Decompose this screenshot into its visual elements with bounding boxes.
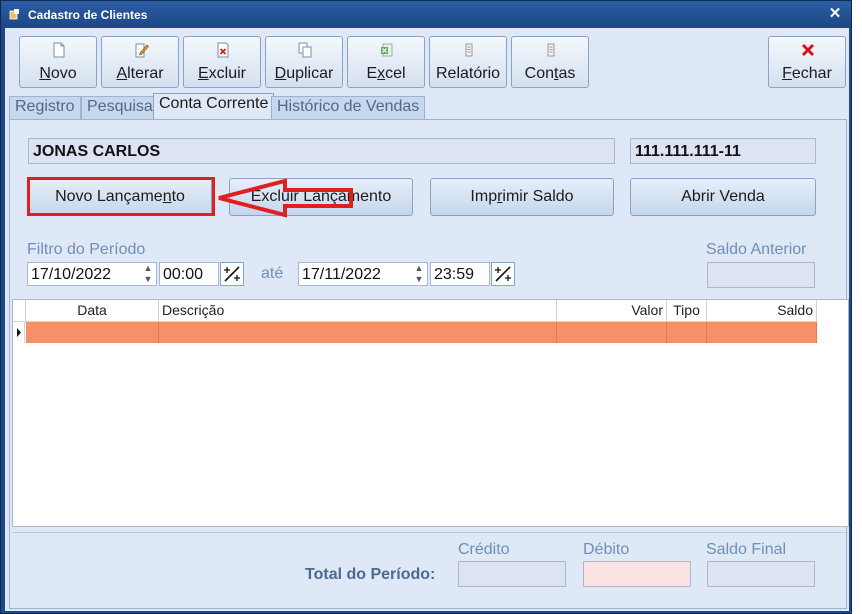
report-icon [465, 43, 473, 57]
cell-tipo[interactable] [667, 322, 707, 343]
edit-button-label: Alterar [116, 65, 164, 82]
time-calc-icon [224, 266, 240, 282]
report-button[interactable]: Relatório [429, 36, 507, 88]
date-to-spinner[interactable]: ▲ ▼ [412, 263, 426, 285]
column-valor[interactable]: Valor [557, 300, 667, 322]
credit-field [458, 561, 566, 587]
table-row[interactable] [13, 322, 817, 343]
new-entry-button[interactable]: Novo Lançamento [28, 178, 212, 216]
background-window-edge [852, 0, 862, 614]
cell-saldo[interactable] [707, 322, 817, 343]
until-label: até [261, 265, 284, 282]
grid-indicator-header [13, 300, 26, 322]
duplicate-icon [298, 42, 312, 58]
excel-button[interactable]: Excel [347, 36, 425, 88]
period-total-label: Total do Período: [305, 566, 436, 583]
period-filter-label: Filtro do Período [27, 241, 146, 258]
credit-label: Crédito [458, 541, 510, 558]
previous-balance-label: Saldo Anterior [706, 241, 807, 258]
client-area: Novo Alterar Excluir Duplicar Excel Rela… [5, 28, 849, 611]
duplicate-button-label: Duplicar [274, 65, 334, 82]
date-from-input[interactable]: 17/10/2022 [27, 262, 157, 286]
red-x-icon [801, 43, 815, 57]
accounts-button-label: Contas [524, 65, 576, 82]
accounts-button[interactable]: Contas [511, 36, 589, 88]
time-from-input[interactable]: 00:00 [159, 262, 219, 286]
column-descricao[interactable]: Descrição [159, 300, 557, 322]
print-balance-button[interactable]: Imprimir Saldo [430, 178, 614, 216]
window-close-button[interactable]: ✕ [825, 4, 845, 24]
column-tipo[interactable]: Tipo [667, 300, 707, 322]
open-sale-button[interactable]: Abrir Venda [630, 178, 816, 216]
time-calc-icon [495, 266, 511, 282]
report-button-label: Relatório [435, 65, 501, 82]
debit-field [583, 561, 691, 587]
new-button[interactable]: Novo [19, 36, 97, 88]
edit-button[interactable]: Alterar [101, 36, 179, 88]
footer-divider [12, 532, 849, 533]
delete-document-icon [217, 42, 229, 58]
print-balance-label-b: imir Saldo [502, 188, 574, 205]
client-document-field[interactable]: 111.111.111-11 [630, 138, 816, 164]
row-indicator [13, 322, 25, 343]
excel-button-label: Excel [366, 65, 406, 82]
close-form-button[interactable]: Fechar [768, 36, 846, 88]
column-data[interactable]: Data [26, 300, 159, 322]
tab-pesquisa[interactable]: Pesquisa [81, 96, 159, 119]
close-form-button-label: Fechar [782, 65, 832, 82]
date-from-spinner[interactable]: ▲ ▼ [141, 263, 155, 285]
accounts-icon [547, 43, 555, 57]
entries-grid[interactable]: Data Descrição Valor Tipo Saldo [12, 299, 849, 527]
row-pointer-icon [17, 328, 21, 337]
edit-pencil-icon [135, 43, 149, 58]
new-document-icon [53, 42, 65, 58]
duplicate-button[interactable]: Duplicar [265, 36, 343, 88]
tab-conta-corrente[interactable]: Conta Corrente [153, 93, 275, 120]
window-title: Cadastro de Clientes [28, 8, 148, 22]
print-balance-label-a: Imp [470, 188, 498, 205]
new-button-label: Novo [39, 65, 77, 82]
delete-button-label: Excluir [197, 65, 246, 82]
main-window: Cadastro de Clientes ✕ Novo Alterar Excl… [0, 0, 852, 614]
column-saldo[interactable]: Saldo [707, 300, 817, 322]
cell-valor[interactable] [557, 322, 667, 343]
final-balance-label: Saldo Final [706, 541, 787, 558]
grid-header: Data Descrição Valor Tipo Saldo [13, 300, 817, 322]
client-name-field[interactable]: JONAS CARLOS [28, 138, 615, 164]
time-to-input[interactable]: 23:59 [430, 262, 490, 286]
excel-icon [381, 43, 393, 57]
new-entry-label: Novo Lançamento [55, 188, 185, 205]
delete-button[interactable]: Excluir [183, 36, 261, 88]
time-from-picker-button[interactable] [220, 262, 244, 286]
time-to-picker-button[interactable] [491, 262, 515, 286]
tab-historico-vendas[interactable]: Histórico de Vendas [271, 96, 426, 119]
cell-data[interactable] [26, 322, 159, 343]
final-balance-field [707, 561, 815, 587]
date-to-input[interactable]: 17/11/2022 [298, 262, 428, 286]
title-bar: Cadastro de Clientes ✕ [1, 1, 851, 28]
cell-descricao[interactable] [159, 322, 557, 343]
previous-balance-field [707, 262, 815, 288]
debit-label: Débito [583, 541, 630, 558]
delete-entry-button[interactable]: Excluir Lançamento [229, 178, 413, 216]
app-icon [9, 9, 19, 20]
tab-registro[interactable]: Registro [9, 96, 81, 119]
